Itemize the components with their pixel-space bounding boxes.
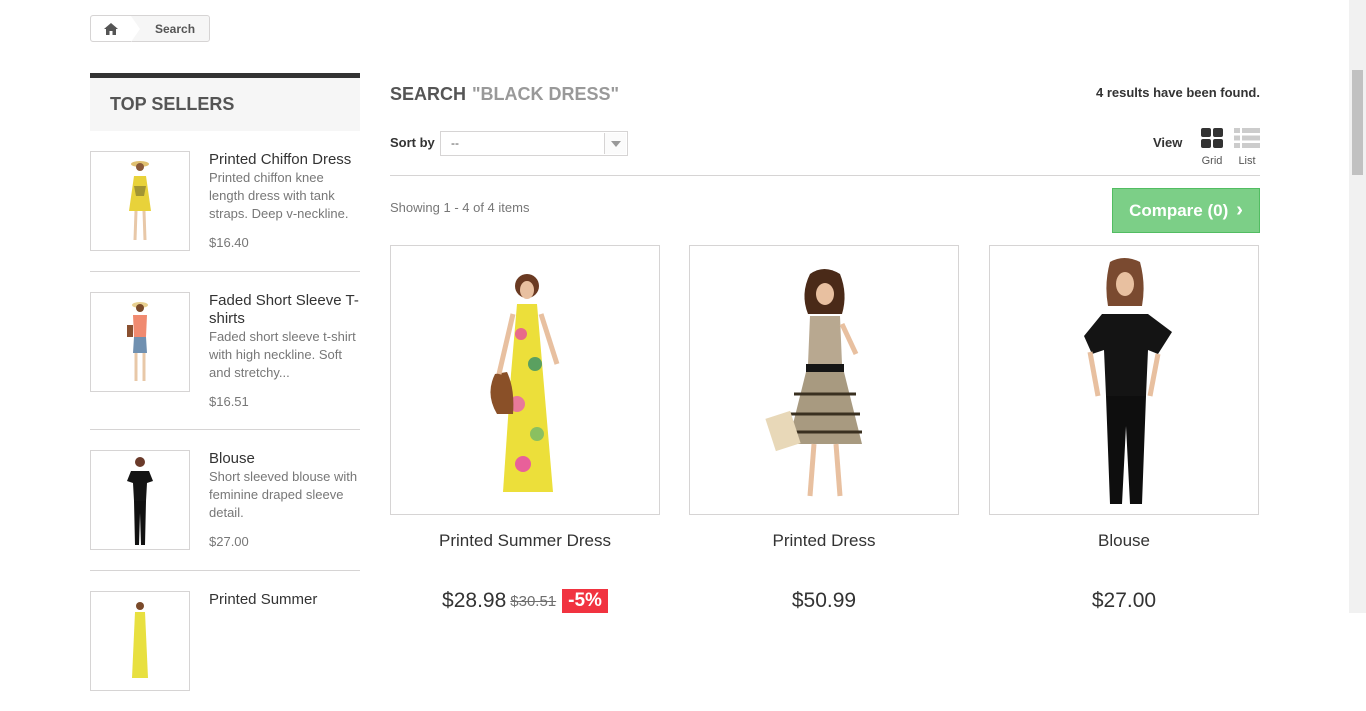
top-seller-desc: Faded short sleeve t-shirt with high nec… xyxy=(209,329,356,380)
top-seller-name[interactable]: Printed Chiffon Dress xyxy=(209,151,360,169)
product-price: $50.99 xyxy=(791,589,857,612)
sort-select[interactable]: -- xyxy=(440,131,628,156)
product-photo xyxy=(127,457,153,545)
top-seller-name[interactable]: Blouse xyxy=(209,450,360,468)
product-card[interactable]: Blouse $27.00 xyxy=(989,245,1259,613)
top-seller-item: Printed Chiffon Dress Printed chiffon kn… xyxy=(90,131,360,272)
product-photo xyxy=(129,161,151,241)
search-term: "black dress" xyxy=(472,84,620,104)
product-photo xyxy=(490,274,560,492)
product-price-row: $50.99 xyxy=(689,589,959,613)
top-seller-name[interactable]: Faded Short Sleeve T-shirts xyxy=(209,292,360,328)
product-price: $28.98 xyxy=(442,589,507,612)
product-name[interactable]: Printed Summer Dress xyxy=(390,531,660,551)
chevron-down-icon[interactable] xyxy=(604,133,626,154)
list-icon xyxy=(1234,128,1260,148)
breadcrumb-home[interactable] xyxy=(91,16,140,42)
product-card[interactable]: Printed Summer Dress $28.98 $30.51 -5% xyxy=(390,245,660,613)
page-title: Search "black dress" xyxy=(390,84,619,105)
product-price-row: $27.00 xyxy=(989,589,1259,613)
view-grid-label: Grid xyxy=(1201,155,1223,167)
view-list-button[interactable]: List xyxy=(1233,128,1261,167)
top-seller-item: Faded Short Sleeve T-shirts Faded short … xyxy=(90,272,360,430)
product-old-price: $30.51 xyxy=(510,592,557,610)
top-seller-desc: Printed chiffon knee length dress with t… xyxy=(209,170,349,221)
product-price: $27.00 xyxy=(1091,589,1157,612)
product-name[interactable]: Printed Dress xyxy=(689,531,959,551)
showing-count: Showing 1 - 4 of 4 items xyxy=(390,200,530,215)
product-photo xyxy=(1084,258,1172,504)
chevron-right-icon: › xyxy=(1236,199,1243,221)
top-seller-image[interactable] xyxy=(90,450,190,550)
search-heading-label: Search xyxy=(390,84,467,104)
product-card[interactable]: Printed Dress $50.99 xyxy=(689,245,959,613)
product-image[interactable] xyxy=(689,245,959,515)
breadcrumb-current: Search xyxy=(155,21,196,36)
product-photo xyxy=(132,602,148,678)
product-image[interactable] xyxy=(989,245,1259,515)
top-seller-desc: Short sleeved blouse with feminine drape… xyxy=(209,469,358,520)
top-seller-price: $27.00 xyxy=(209,534,249,549)
home-icon[interactable] xyxy=(104,22,118,35)
scrollbar-thumb[interactable] xyxy=(1352,70,1363,175)
top-seller-image[interactable] xyxy=(90,292,190,392)
product-photo xyxy=(765,269,862,497)
top-sellers-title: Top sellers xyxy=(90,73,360,131)
view-label: View xyxy=(1153,135,1183,150)
grid-icon xyxy=(1201,128,1223,148)
sort-value: -- xyxy=(451,136,459,150)
top-seller-image[interactable] xyxy=(90,591,190,691)
top-sellers-block: Top sellers Printed Chiffon Dress Printe… xyxy=(90,73,360,711)
sort-label: Sort by xyxy=(390,135,435,150)
product-name[interactable]: Blouse xyxy=(989,531,1259,551)
results-count: 4 results have been found. xyxy=(1096,85,1260,100)
top-seller-name[interactable]: Printed Summer xyxy=(209,591,360,609)
top-seller-image[interactable] xyxy=(90,151,190,251)
compare-label: Compare (0) xyxy=(1129,200,1229,220)
view-grid-button[interactable]: Grid xyxy=(1198,128,1226,167)
top-seller-item: Printed Summer xyxy=(90,571,360,711)
discount-badge: -5% xyxy=(562,589,608,613)
top-seller-price: $16.51 xyxy=(209,394,249,409)
product-photo xyxy=(127,302,148,381)
vertical-scrollbar[interactable] xyxy=(1349,0,1366,613)
view-list-label: List xyxy=(1238,155,1256,167)
divider xyxy=(390,175,1260,176)
breadcrumb: Search xyxy=(90,15,211,42)
compare-button[interactable]: Compare (0) › xyxy=(1112,188,1260,233)
top-seller-price: $16.40 xyxy=(209,235,249,250)
top-seller-item: Blouse Short sleeved blouse with feminin… xyxy=(90,430,360,571)
product-image[interactable] xyxy=(390,245,660,515)
product-price-row: $28.98 $30.51 -5% xyxy=(390,589,660,613)
